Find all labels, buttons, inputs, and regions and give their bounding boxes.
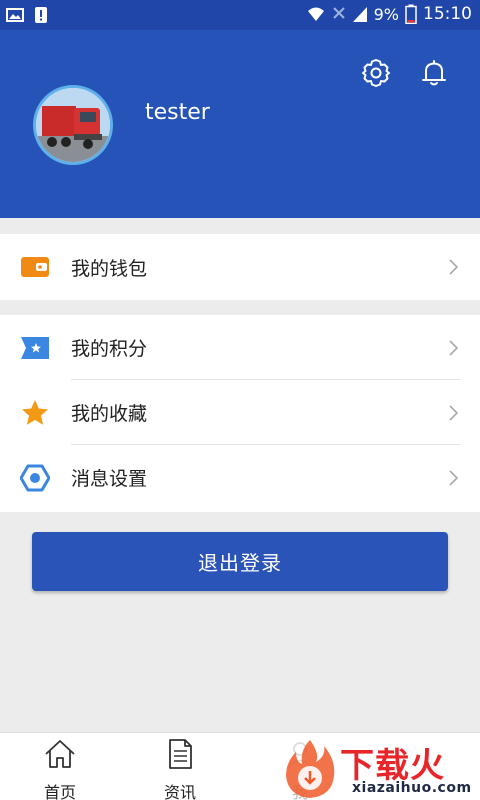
avatar[interactable] xyxy=(33,85,113,165)
menu-item-wallet[interactable]: 我的钱包 xyxy=(0,234,480,300)
menu-item-label: 我的收藏 xyxy=(71,403,148,425)
logout-button[interactable]: 退出登录 xyxy=(32,532,448,591)
notifications-button[interactable] xyxy=(417,56,451,90)
star-icon xyxy=(22,399,48,425)
signal-icon xyxy=(352,7,367,22)
flame-logo-icon xyxy=(286,740,335,798)
menu-item-label: 我的积分 xyxy=(71,338,148,360)
menu-group-main: 我的积分 我的收藏 消息设置 xyxy=(0,315,480,512)
chevron-right-icon xyxy=(449,404,459,421)
settings-icon xyxy=(362,59,390,87)
status-bar: 9% 15:10 xyxy=(0,0,480,30)
menu-group-wallet: 我的钱包 xyxy=(0,234,480,300)
wallet-icon xyxy=(21,257,49,277)
image-icon xyxy=(6,8,24,22)
no-signal-icon xyxy=(332,7,345,19)
settings-button[interactable] xyxy=(359,56,393,90)
menu-item-message-settings[interactable]: 消息设置 xyxy=(0,445,480,510)
status-indicators: 9% 15:10 xyxy=(306,4,472,24)
tab-home[interactable]: 首页 xyxy=(20,733,100,800)
truck-avatar-image xyxy=(36,88,110,162)
battery-icon xyxy=(405,4,417,24)
battery-percent: 9% xyxy=(373,4,399,24)
menu-item-label: 我的钱包 xyxy=(71,257,148,280)
news-icon xyxy=(169,739,192,769)
chevron-right-icon xyxy=(449,339,459,356)
home-icon xyxy=(45,740,75,768)
wifi-icon xyxy=(307,7,324,21)
profile-header: tester xyxy=(0,30,480,218)
status-time: 15:10 xyxy=(423,4,472,24)
points-icon xyxy=(21,336,49,359)
menu-item-points[interactable]: 我的积分 xyxy=(0,315,480,380)
watermark: 下载火 xiazaihuo.com xyxy=(282,736,480,800)
menu-item-label: 消息设置 xyxy=(71,468,148,490)
tab-label: 资讯 xyxy=(163,783,196,800)
message-settings-icon xyxy=(20,464,50,491)
chevron-right-icon xyxy=(449,469,459,486)
tab-label: 首页 xyxy=(43,783,76,800)
chevron-right-icon xyxy=(449,259,459,275)
bell-icon xyxy=(422,60,446,86)
watermark-url: xiazaihuo.com xyxy=(352,780,472,796)
username: tester xyxy=(145,100,210,125)
alert-icon xyxy=(35,7,47,23)
tab-news[interactable]: 资讯 xyxy=(140,733,220,800)
menu-item-favorites[interactable]: 我的收藏 xyxy=(0,380,480,445)
status-notifications xyxy=(6,6,48,24)
